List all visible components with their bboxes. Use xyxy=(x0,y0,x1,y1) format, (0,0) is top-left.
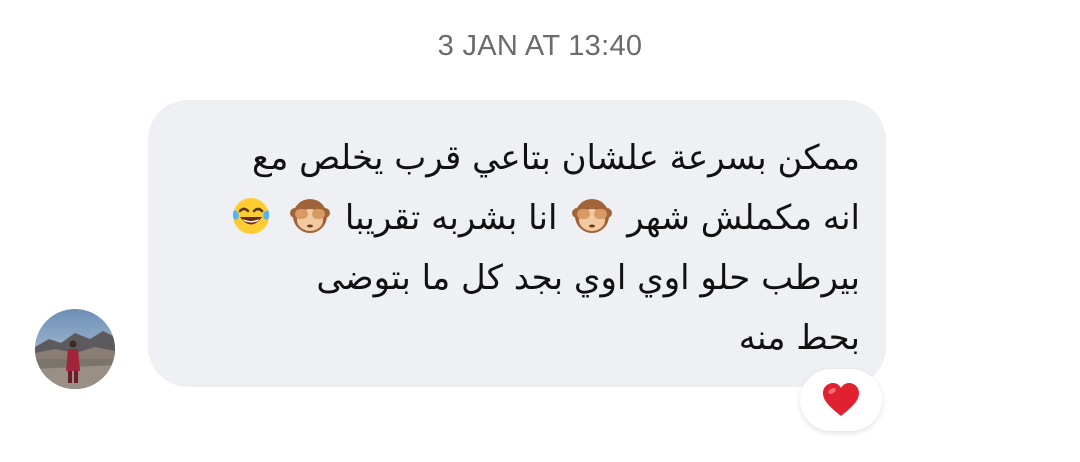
message-line-2: انه مكملش شهر انا بشربه تقريبا xyxy=(174,188,860,248)
see-no-evil-monkey-icon xyxy=(290,196,330,236)
avatar-photo xyxy=(35,309,115,389)
sender-avatar[interactable] xyxy=(35,309,115,389)
see-no-evil-monkey-icon xyxy=(572,196,613,236)
message-bubble[interactable]: ممكن بسرعة علشان بتاعي قرب يخلص مع انه م… xyxy=(148,100,886,387)
red-heart-icon xyxy=(823,383,859,416)
message-line-2-part-a: انه مكملش شهر xyxy=(627,198,860,238)
timestamp: 3 JAN AT 13:40 xyxy=(437,30,643,62)
heart-reaction[interactable] xyxy=(800,369,882,431)
message-text: ممكن بسرعة علشان بتاعي قرب يخلص مع انه م… xyxy=(174,128,860,368)
message-line-4: بحط منه xyxy=(738,318,860,358)
message-line-3: بيرطب حلو اوي اوي بجد كل ما بتوضى xyxy=(316,258,860,298)
face-with-tears-of-joy-icon xyxy=(231,196,271,236)
message-line-2-part-b: انا بشربه تقريبا xyxy=(344,198,558,238)
message-line-1: ممكن بسرعة علشان بتاعي قرب يخلص مع xyxy=(252,138,860,178)
